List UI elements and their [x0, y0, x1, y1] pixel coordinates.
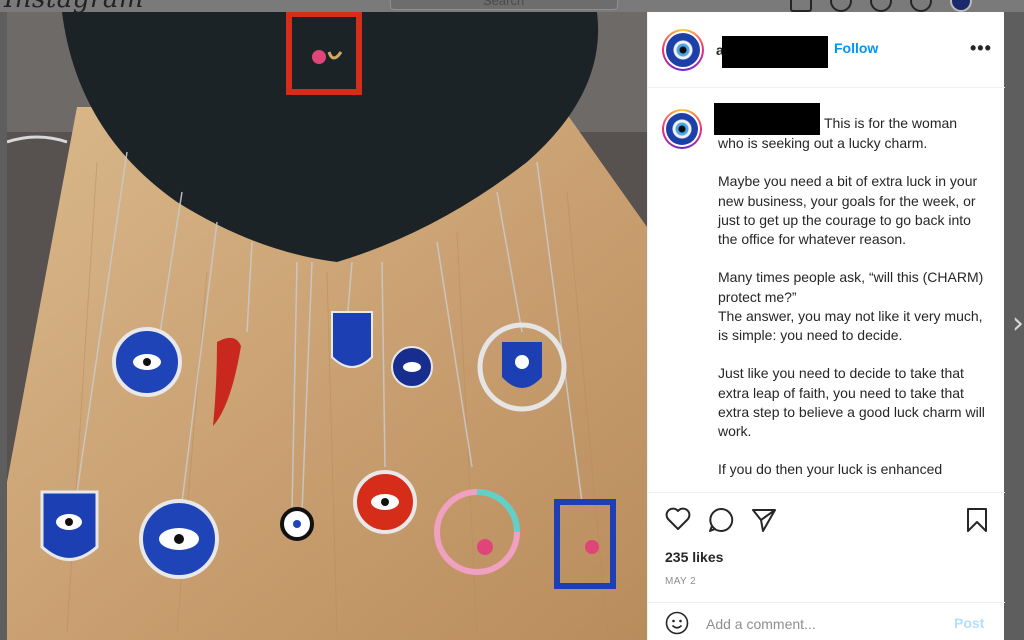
bookmark-icon[interactable]	[965, 507, 989, 533]
comment-icon[interactable]	[708, 507, 734, 533]
caption-paragraph: Maybe you need a bit of extra luck in yo…	[718, 173, 978, 247]
follow-button[interactable]: Follow	[834, 40, 878, 56]
search-input[interactable]: Search	[390, 0, 618, 10]
caption-paragraph: who is seeking out a lucky charm.	[718, 135, 928, 151]
evil-eye-icon	[666, 113, 698, 145]
post-date[interactable]: MAY 2	[665, 576, 696, 587]
caption-area[interactable]: This is for the woman who is seeking out…	[648, 89, 1005, 492]
explore-icon[interactable]	[870, 0, 892, 12]
heart-icon[interactable]	[665, 507, 691, 531]
redaction-bar	[714, 103, 820, 135]
messenger-icon[interactable]	[830, 0, 852, 12]
jewelry-photo	[7, 12, 647, 640]
redaction-bar	[722, 36, 828, 68]
share-icon[interactable]	[751, 507, 777, 533]
profile-avatar[interactable]	[950, 0, 972, 12]
post-header: a Follow •••	[648, 12, 1005, 88]
instagram-logo[interactable]: Instagram	[4, 0, 144, 12]
caption-paragraph: If you do then your luck is enhanced	[718, 461, 943, 478]
home-icon[interactable]	[790, 0, 812, 12]
caption-paragraph: Many times people ask, “will this (CHARM…	[718, 269, 984, 343]
post-image[interactable]	[7, 12, 647, 640]
top-navigation-bar: Instagram Search	[0, 0, 1024, 12]
more-options-button[interactable]: •••	[970, 38, 992, 59]
post-actions: 235 likes MAY 2	[648, 492, 1005, 602]
nav-icons	[790, 0, 972, 12]
caption-text: who is seeking out a lucky charm. Maybe …	[718, 134, 988, 492]
comment-input[interactable]	[706, 613, 936, 635]
caption-first-line: This is for the woman	[824, 115, 958, 131]
activity-icon[interactable]	[910, 0, 932, 12]
evil-eye-icon	[666, 33, 700, 67]
post-comment-button[interactable]: Post	[954, 615, 984, 631]
author-avatar[interactable]	[662, 29, 704, 71]
caption-paragraph: Just like you need to decide to take tha…	[718, 365, 985, 439]
comment-bar: Post	[648, 602, 1005, 640]
caption-author-avatar[interactable]	[662, 109, 702, 149]
emoji-icon[interactable]	[665, 611, 689, 635]
post-detail-panel: a Follow ••• This is for the woman who i…	[647, 12, 1005, 640]
search-placeholder: Search	[483, 0, 525, 8]
next-post-arrow[interactable]: ›	[1012, 306, 1024, 341]
like-count[interactable]: 235 likes	[665, 549, 723, 565]
